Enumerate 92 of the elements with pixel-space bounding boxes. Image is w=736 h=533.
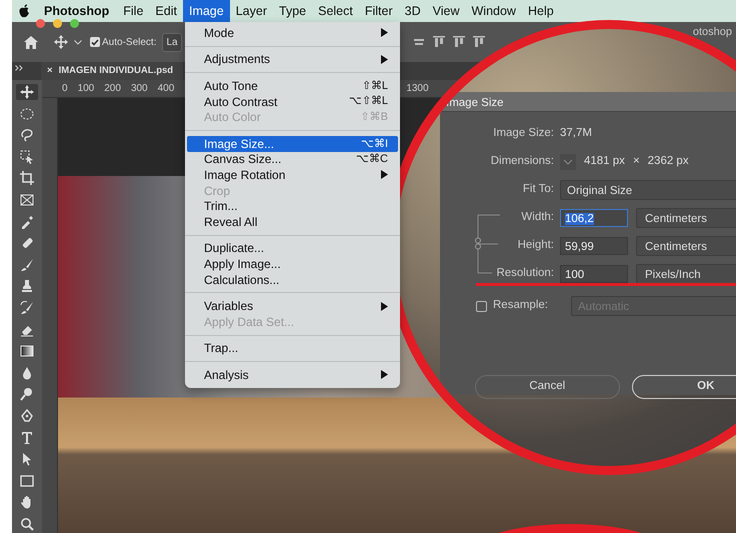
field-label: Fit To: <box>522 182 555 198</box>
menu-item[interactable]: File <box>117 0 150 22</box>
shortcut-label: ⌥⇧⌘L <box>348 94 388 110</box>
menu-item[interactable]: Auto Tone ⇧⌘L <box>187 78 398 94</box>
move-icon[interactable] <box>54 35 68 49</box>
crop-icon[interactable] <box>20 171 34 186</box>
menu-item[interactable]: Adjustments <box>187 52 398 68</box>
field-label: Dimensions: <box>490 154 555 170</box>
checkbox-label: Resample: <box>493 298 549 314</box>
shortcut-label: ⇧⌘B <box>360 110 388 125</box>
menu-item[interactable]: Auto Contrast ⌥⇧⌘L <box>187 94 398 110</box>
menu-item[interactable]: Canvas Size... ⌥⌘C <box>187 152 398 168</box>
home-icon[interactable] <box>24 36 38 48</box>
frame-icon[interactable] <box>20 192 34 207</box>
field-label: Resolution: <box>495 266 555 282</box>
menu-item[interactable]: Calculations... <box>187 272 398 288</box>
collapse-icon[interactable] <box>15 65 23 71</box>
rectangle-icon[interactable] <box>20 474 34 488</box>
zoom-icon[interactable] <box>20 516 34 531</box>
menu-item[interactable]: Help <box>522 0 560 22</box>
field-label: Image Size: <box>492 126 555 142</box>
apple-icon <box>18 4 30 18</box>
ruler-label: 0 <box>62 82 68 96</box>
menu-item[interactable]: Analysis <box>187 367 398 383</box>
selected-text: 106,2 <box>565 213 594 225</box>
unit-dropdown[interactable]: Pixels/Inch <box>636 264 736 284</box>
ok-button[interactable]: OK <box>632 375 736 399</box>
checkbox[interactable] <box>476 300 487 312</box>
drop-icon[interactable] <box>20 366 34 380</box>
target-dropdown[interactable]: La <box>162 32 182 52</box>
menu-item[interactable]: Window <box>466 0 522 22</box>
menu-item[interactable]: Trim... <box>187 198 398 214</box>
fit-to-dropdown[interactable]: Original Size <box>560 180 736 200</box>
history-brush-icon[interactable] <box>20 300 34 315</box>
marquee-icon[interactable] <box>20 106 34 121</box>
menu-item[interactable]: Variables <box>187 298 398 314</box>
menu-item[interactable]: Edit <box>149 0 183 22</box>
shortcut-label: ⇧⌘L <box>362 78 388 94</box>
menu-item[interactable]: Apply Image... <box>187 256 398 272</box>
menu-item[interactable]: Duplicate... <box>187 240 398 256</box>
caret-icon[interactable] <box>74 40 82 44</box>
align-icon[interactable] <box>412 36 425 48</box>
ruler-label: 300 <box>130 82 148 96</box>
field-value: 37,7M <box>560 126 592 142</box>
move-icon[interactable] <box>20 85 34 99</box>
ruler-label: 200 <box>104 82 121 96</box>
stamp-icon[interactable] <box>20 279 34 294</box>
input-field[interactable]: 106,2 <box>560 209 628 227</box>
menu-item[interactable]: Filter <box>358 0 399 22</box>
menu-item[interactable]: Image <box>182 0 230 22</box>
shortcut-label: ⌥⌘C <box>356 152 388 168</box>
checkbox[interactable] <box>90 37 100 47</box>
cancel-button[interactable]: Cancel <box>475 375 620 399</box>
field-value: 4181 px <box>584 154 625 170</box>
field-label: Height: <box>516 238 555 254</box>
menu-item[interactable]: View <box>426 0 466 22</box>
menu-item[interactable]: Mode <box>187 25 398 41</box>
gradient-icon[interactable] <box>20 344 34 358</box>
menu-item[interactable]: Image Rotation <box>187 167 398 183</box>
times-sign: × <box>632 154 640 170</box>
document-tab[interactable]: × IMAGEN INDIVIDUAL.psd <box>41 62 184 80</box>
lasso-icon[interactable] <box>20 128 34 142</box>
field-label: Width: <box>520 210 555 226</box>
unit-dropdown[interactable]: Centimeters <box>636 236 736 256</box>
align-icon[interactable] <box>432 36 445 48</box>
menu-item[interactable]: Type <box>273 0 312 22</box>
close-button[interactable]: × <box>47 64 53 78</box>
align-icon[interactable] <box>472 36 485 48</box>
selection-icon[interactable] <box>20 150 34 164</box>
shortcut-label: ⌥⌘I <box>360 136 388 152</box>
document-title: IMAGEN INDIVIDUAL.psd <box>58 64 174 78</box>
menu-item[interactable]: Image Size... ⌥⌘I <box>187 136 398 152</box>
pen-icon[interactable] <box>20 408 34 423</box>
input-field[interactable]: 100 <box>560 265 628 283</box>
ruler-label: 100 <box>78 82 94 96</box>
checkbox-label: Auto-Select: <box>102 36 156 50</box>
field-value: 2362 px <box>648 154 689 170</box>
brush-icon[interactable] <box>20 258 34 272</box>
menu-item[interactable]: Layer <box>230 0 273 22</box>
type-icon[interactable] <box>20 430 34 444</box>
input-field[interactable]: 59,99 <box>560 237 628 255</box>
app-name[interactable]: Photoshop <box>30 2 118 20</box>
menu-item[interactable]: Select <box>312 0 359 22</box>
window-title: otoshop <box>692 25 732 40</box>
align-icon[interactable] <box>452 36 465 48</box>
unit-dropdown[interactable]: Centimeters <box>636 208 736 228</box>
menu-item[interactable]: Trap... <box>187 340 398 356</box>
ruler-label: 400 <box>158 82 174 96</box>
menu-item[interactable]: Reveal All <box>187 214 398 230</box>
eyedropper-icon[interactable] <box>20 214 34 229</box>
ruler-label: 1300 <box>406 82 429 96</box>
menu-item[interactable]: 3D <box>398 0 427 22</box>
